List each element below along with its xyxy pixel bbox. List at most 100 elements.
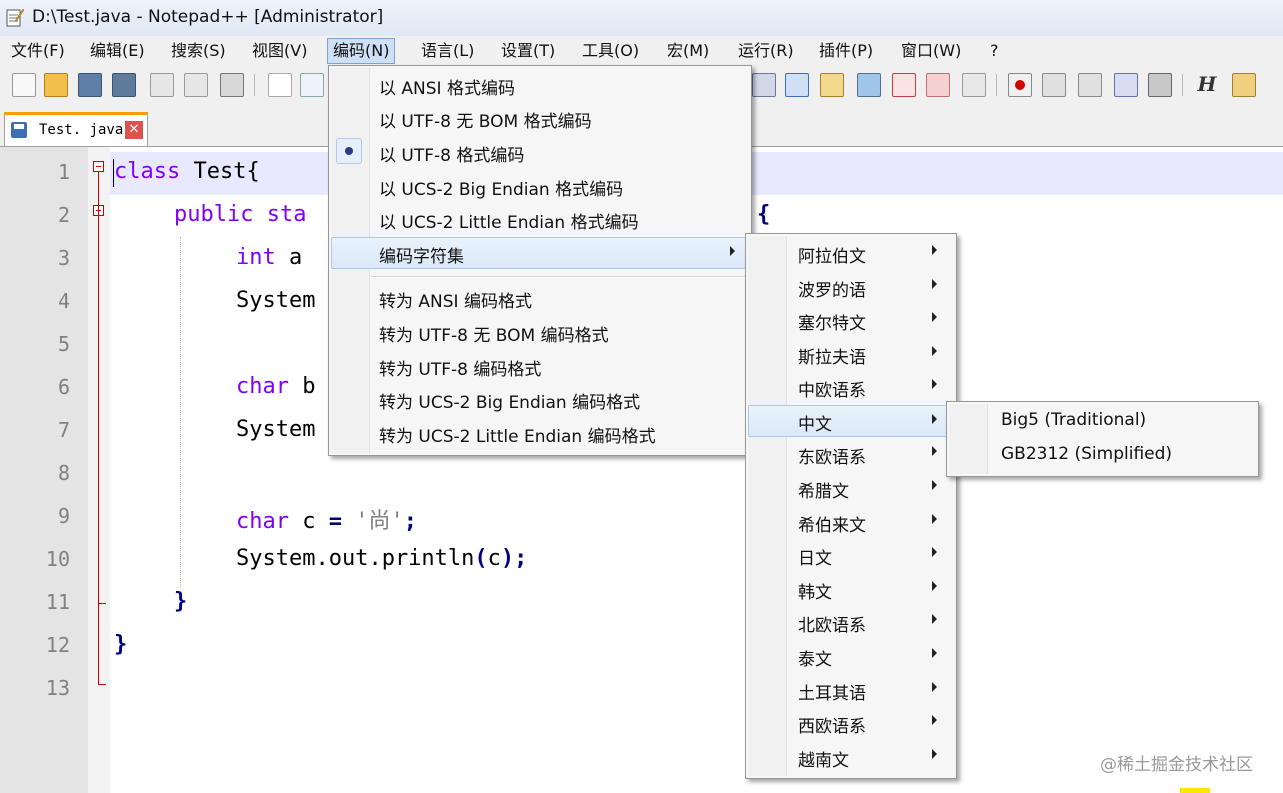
stop-macro-icon[interactable] (1042, 73, 1066, 97)
menu-encoding[interactable]: 编码(N) (327, 38, 396, 64)
charset-item-central-european[interactable]: 中欧语系 (748, 371, 954, 403)
menu-settings[interactable]: 设置(T) (496, 39, 560, 63)
submenu-arrow-icon (932, 682, 937, 692)
line-number: 3 (57, 246, 70, 270)
menu-item-convert-ucs2-le[interactable]: 转为 UCS-2 Little Endian 编码格式 (331, 417, 749, 449)
code-line-6: char b (236, 374, 316, 399)
menu-item-encode-utf8-no-bom[interactable]: 以 UTF-8 无 BOM 格式编码 (331, 102, 749, 134)
title-bar: D:\Test.java - Notepad++ [Administrator] (0, 0, 1283, 36)
close-all-icon[interactable] (184, 73, 208, 97)
charset-item-north-european[interactable]: 北欧语系 (748, 606, 954, 638)
line-number: 8 (57, 461, 70, 485)
menu-file[interactable]: 文件(F) (6, 39, 70, 63)
toolbar-separator (254, 74, 255, 96)
menu-item-big5[interactable]: Big5 (Traditional) (949, 405, 1256, 437)
menu-plugins[interactable]: 插件(P) (814, 39, 878, 63)
saved-file-icon (11, 122, 27, 138)
charset-item-turkish[interactable]: 土耳其语 (748, 674, 954, 706)
line-number: 12 (45, 633, 70, 657)
print-icon[interactable] (220, 73, 244, 97)
play-macro-icon[interactable] (1078, 73, 1102, 97)
cut-icon[interactable] (268, 73, 292, 97)
submenu-arrow-icon (932, 312, 937, 322)
copy-icon[interactable] (300, 73, 324, 97)
charset-item-western-european[interactable]: 西欧语系 (748, 707, 954, 739)
line-number: 10 (45, 547, 70, 571)
menu-macro[interactable]: 宏(M) (662, 39, 714, 63)
tab-label: Test. java (39, 122, 124, 138)
menu-window[interactable]: 窗口(W) (896, 39, 966, 63)
menu-item-gb2312[interactable]: GB2312 (Simplified) (949, 439, 1256, 471)
menu-item-convert-utf8[interactable]: 转为 UTF-8 编码格式 (331, 350, 749, 382)
menu-item-encode-ucs2-be[interactable]: 以 UCS-2 Big Endian 格式编码 (331, 170, 749, 202)
line-number: 5 (57, 332, 70, 356)
record-macro-icon[interactable] (1008, 73, 1032, 97)
notepad-app-icon (6, 8, 24, 27)
menu-item-convert-ucs2-be[interactable]: 转为 UCS-2 Big Endian 编码格式 (331, 383, 749, 415)
submenu-arrow-icon (932, 480, 937, 490)
charset-item-chinese[interactable]: 中文 (748, 405, 954, 437)
menu-run[interactable]: 运行(R) (733, 39, 799, 63)
menu-item-character-sets[interactable]: 编码字符集 (331, 237, 749, 269)
line-number: 1 (57, 160, 70, 184)
charset-item-korean[interactable]: 韩文 (748, 573, 954, 605)
close-tab-icon[interactable]: ✕ (125, 121, 143, 139)
window-title: D:\Test.java - Notepad++ [Administrator] (32, 7, 384, 27)
menu-help[interactable]: ? (985, 39, 1004, 63)
monitor-icon[interactable] (962, 73, 986, 97)
code-line-7: System (236, 417, 316, 442)
charset-item-thai[interactable]: 泰文 (748, 640, 954, 672)
menu-language[interactable]: 语言(L) (416, 39, 479, 63)
menu-separator (371, 276, 747, 278)
charset-item-cyrillic[interactable]: 斯拉夫语 (748, 338, 954, 370)
save-all-icon[interactable] (112, 73, 136, 97)
menu-view[interactable]: 视图(V) (247, 39, 312, 63)
charset-item-vietnamese[interactable]: 越南文 (748, 741, 954, 773)
folder-icon[interactable] (926, 73, 950, 97)
menu-item-convert-ansi[interactable]: 转为 ANSI 编码格式 (331, 282, 749, 314)
line-number: 9 (57, 504, 70, 528)
menu-tools[interactable]: 工具(O) (577, 39, 644, 63)
submenu-arrow-icon (932, 245, 937, 255)
code-line-2: public sta (174, 202, 307, 227)
save-icon[interactable] (78, 73, 102, 97)
compare-icon[interactable] (1232, 73, 1256, 97)
submenu-arrow-icon (932, 581, 937, 591)
charset-item-arabic[interactable]: 阿拉伯文 (748, 237, 954, 269)
code-line-11: } (174, 589, 188, 614)
tab-test-java[interactable]: Test. java ✕ (4, 112, 148, 146)
line-number: 2 (57, 203, 70, 227)
menu-search[interactable]: 搜索(S) (166, 39, 231, 63)
close-file-icon[interactable] (150, 73, 174, 97)
doc-map-icon[interactable] (820, 73, 844, 97)
menu-item-encode-utf8[interactable]: 以 UTF-8 格式编码 (331, 136, 749, 168)
folder-workspace-icon[interactable] (892, 73, 916, 97)
charset-item-celtic[interactable]: 塞尔特文 (748, 304, 954, 336)
menu-bar: 文件(F) 编辑(E) 搜索(S) 视图(V) 编码(N) 语言(L) 设置(T… (0, 36, 1283, 66)
submenu-arrow-icon (932, 414, 937, 424)
radio-checked-icon (336, 138, 362, 164)
function-list-icon[interactable] (857, 73, 881, 97)
hex-editor-icon[interactable]: H (1196, 73, 1218, 95)
menu-item-encode-ansi[interactable]: 以 ANSI 格式编码 (331, 69, 749, 101)
line-number: 4 (57, 289, 70, 313)
code-line-3: int a (236, 245, 303, 270)
charset-item-greek[interactable]: 希腊文 (748, 472, 954, 504)
menu-edit[interactable]: 编辑(E) (85, 39, 150, 63)
submenu-arrow-icon (932, 379, 937, 389)
charset-item-eastern-european[interactable]: 东欧语系 (748, 438, 954, 470)
run-macro-multiple-icon[interactable] (1114, 73, 1138, 97)
charset-item-baltic[interactable]: 波罗的语 (748, 271, 954, 303)
charset-item-hebrew[interactable]: 希伯来文 (748, 506, 954, 538)
indent-guide-icon[interactable] (785, 73, 809, 97)
encoding-menu: 以 ANSI 格式编码 以 UTF-8 无 BOM 格式编码 以 UTF-8 格… (328, 65, 752, 456)
menu-item-convert-utf8-no-bom[interactable]: 转为 UTF-8 无 BOM 编码格式 (331, 316, 749, 348)
code-line-4: System (236, 288, 316, 313)
fold-toggle-icon[interactable] (93, 161, 104, 172)
new-file-icon[interactable] (12, 73, 36, 97)
open-file-icon[interactable] (44, 73, 68, 97)
word-wrap-icon[interactable] (752, 73, 776, 97)
menu-item-encode-ucs2-le[interactable]: 以 UCS-2 Little Endian 格式编码 (331, 203, 749, 235)
charset-item-japanese[interactable]: 日文 (748, 539, 954, 571)
save-macro-icon[interactable] (1148, 73, 1172, 97)
